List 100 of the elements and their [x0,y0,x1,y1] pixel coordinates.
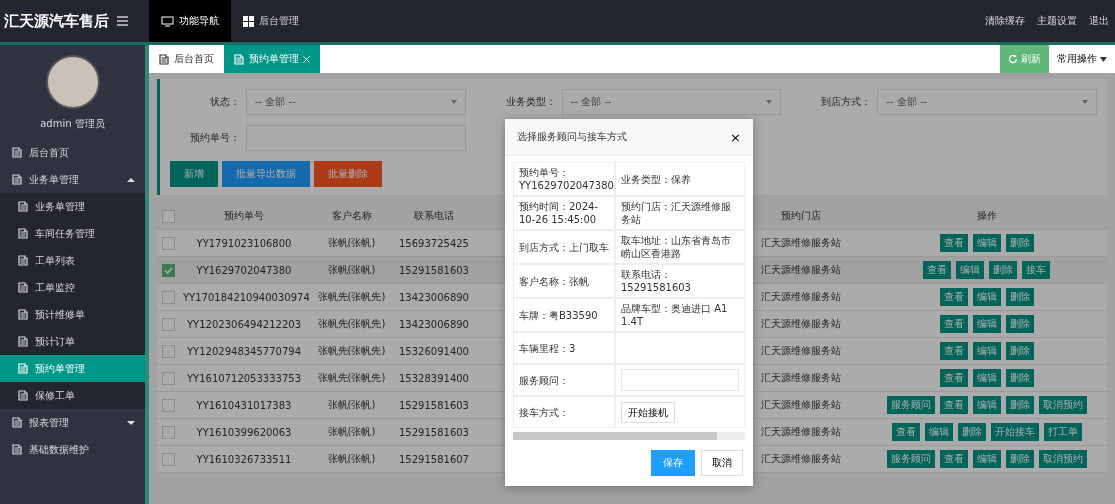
row-action-button[interactable]: 编辑 [972,315,1001,333]
row-action-button[interactable]: 查看 [891,423,920,441]
row-action-button[interactable]: 查看 [939,450,968,468]
nav-tab[interactable]: 功能导航 [149,0,231,42]
close-icon[interactable] [303,55,310,63]
row-action-button[interactable]: 编辑 [956,261,984,279]
row-action-button[interactable]: 编辑 [972,450,1001,468]
table-cell: 张帆先(张帆先) [309,283,394,311]
row-action-button[interactable]: 查看 [939,234,968,252]
scrollbar[interactable] [513,432,745,440]
row-action-button[interactable]: 服务顾问 [886,396,935,414]
row-action-button[interactable]: 编辑 [972,342,1001,360]
column-header: 联系电话 [394,203,474,230]
row-action-button[interactable]: 取消预约 [1038,450,1087,468]
select-field[interactable]: -- 全部 -- [877,89,1097,115]
checkbox[interactable] [161,398,175,412]
column-header: 预约单号 [179,203,309,230]
cancel-button[interactable]: 取消 [701,450,743,476]
sidebar-item[interactable]: 业务单管理 [0,193,145,220]
row-action-button[interactable]: 删除 [1005,396,1034,414]
action-button[interactable]: 批量导出数据 [222,161,310,187]
sidebar-item[interactable]: 预约单管理 [0,355,145,382]
row-action-button[interactable]: 编辑 [972,234,1001,252]
table-cell: YY1610431017383 [179,391,309,419]
sidebar-item[interactable]: 车间任务管理 [0,220,145,247]
sidebar-item[interactable]: 预计订单 [0,328,145,355]
checkbox[interactable] [161,263,175,277]
row-action-button[interactable]: 打工单 [1043,423,1082,441]
select-field[interactable]: -- 全部 -- [561,89,782,115]
table-cell: YY1791023106800 [179,229,309,257]
row-action-button[interactable]: 删除 [1005,342,1034,360]
sidebar-item[interactable]: 保修工单 [0,382,145,409]
document-icon [12,174,23,185]
table-cell: 15291581607 [394,445,474,473]
row-action-button[interactable]: 查看 [939,288,968,306]
sidebar-item[interactable]: 业务单管理 [0,166,145,193]
sidebar-item[interactable]: 工单监控 [0,274,145,301]
detail-text: 取车地址：山东省青岛市崂山区香港路 [621,234,732,260]
nav-tab[interactable]: 后台管理 [231,0,311,42]
row-action-button[interactable]: 查看 [923,261,951,279]
save-button[interactable]: 保存 [651,450,695,476]
header-link[interactable]: 清除缓存 [985,14,1025,28]
pickup-button[interactable]: 开始接机 [621,401,675,423]
row-action-button[interactable]: 查看 [939,315,968,333]
row-action-button[interactable]: 服务顾问 [886,450,935,468]
checkbox[interactable] [161,371,175,385]
select-field[interactable]: -- 全部 -- [246,89,466,115]
refresh-button[interactable]: 刷新 [1000,45,1049,73]
dialog-title: 选择服务顾问与接车方式 [517,130,627,144]
checkbox[interactable] [161,236,175,250]
close-button[interactable]: × [730,129,741,145]
detail-text: 品牌车型：奥迪进口 A1 1.4T [621,302,729,328]
row-action-button[interactable]: 查看 [939,369,968,387]
row-action-button[interactable]: 删除 [1005,369,1034,387]
row-action-button[interactable]: 查看 [939,396,968,414]
row-action-button[interactable]: 删除 [1005,450,1034,468]
page-tab[interactable]: 预约单管理 [224,45,320,73]
checkbox[interactable] [161,425,175,439]
row-action-button[interactable]: 开始接车 [990,423,1039,441]
row-action-button[interactable]: 编辑 [924,423,953,441]
detail-text: 到店方式：上门取车 [519,240,609,254]
sidebar-item[interactable]: 后台首页 [0,139,145,166]
document-icon [18,201,29,212]
detail-text: 预约单号：YY1629702047380 [519,166,614,192]
row-action-button[interactable]: 删除 [957,423,986,441]
detail-text: 预约门店：汇天源维修服务站 [621,200,732,226]
row-action-button[interactable]: 删除 [1005,234,1034,252]
row-action-button[interactable]: 删除 [989,261,1017,279]
header-link[interactable]: 退出 [1089,14,1109,28]
sidebar-item[interactable]: 预计维修单 [0,301,145,328]
sidebar-item[interactable]: 基础数据维护 [0,436,145,463]
checkbox[interactable] [161,344,175,358]
checkbox[interactable] [161,290,175,304]
sidebar-item[interactable]: 报表管理 [0,409,145,436]
action-button[interactable]: 新增 [170,161,218,187]
row-action-button[interactable]: 编辑 [972,369,1001,387]
document-icon [18,282,29,293]
checkbox[interactable] [161,317,175,331]
table-cell: 张帆(张帆) [309,418,394,446]
checkbox[interactable] [161,452,175,466]
document-icon [18,390,29,401]
header-link[interactable]: 主题设置 [1037,14,1077,28]
row-action-button[interactable]: 编辑 [972,288,1001,306]
field-label: 服务顾问： [519,373,569,387]
menu-icon[interactable] [117,16,128,26]
checkbox[interactable] [161,209,175,223]
document-icon [18,228,29,239]
sidebar-item[interactable]: 工单列表 [0,247,145,274]
row-action-button[interactable]: 取消预约 [1038,396,1087,414]
detail-text: 业务类型：保养 [621,172,691,186]
filter-label: 状态： [209,95,240,109]
row-action-button[interactable]: 编辑 [972,396,1001,414]
row-action-button[interactable]: 接车 [1022,261,1050,279]
document-icon [12,444,23,455]
row-action-button[interactable]: 删除 [1005,288,1034,306]
row-action-button[interactable]: 删除 [1005,315,1034,333]
row-action-button[interactable]: 查看 [939,342,968,360]
field-label: 接车方式： [519,405,569,419]
action-button[interactable]: 批量删除 [314,161,382,187]
advisor-field[interactable] [621,369,739,391]
